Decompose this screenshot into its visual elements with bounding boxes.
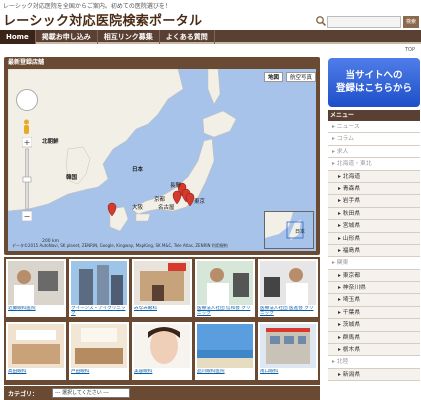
map-label-japan: 日本 bbox=[132, 167, 144, 173]
search-button[interactable]: 検索 bbox=[403, 16, 419, 28]
sidebar-item[interactable]: ▸ 神奈川県 bbox=[328, 282, 420, 295]
sidebar-item[interactable]: ▸ 北陸 bbox=[328, 356, 420, 369]
clinic-name-link[interactable]: 南口眼科 bbox=[260, 369, 318, 380]
sidebar-item[interactable]: ▸ 福島県 bbox=[328, 244, 420, 258]
svg-text:−: − bbox=[24, 212, 31, 221]
clinic-card[interactable]: 品川眼科医院 bbox=[195, 322, 255, 380]
pegman-icon[interactable] bbox=[22, 119, 31, 135]
clinic-photo bbox=[8, 324, 64, 368]
clinic-card[interactable]: 南口眼科 bbox=[258, 322, 318, 380]
clinic-name-link[interactable]: 戸田眼科 bbox=[71, 369, 129, 380]
sidebar-item[interactable]: ▸ 新潟県 bbox=[328, 368, 420, 382]
clinic-name-link[interactable]: 美容眼科 bbox=[134, 369, 192, 380]
site-title[interactable]: レーシック対応医院検索ポータル bbox=[3, 10, 202, 29]
clinic-photo bbox=[260, 324, 316, 368]
map-attribution[interactable]: データ©2015 AutoNavi, SK planet, ZENRIN, Go… bbox=[12, 243, 228, 249]
clinic-card[interactable]: クイーンズ・アイクリニック bbox=[69, 259, 129, 317]
clinic-card[interactable]: 医療法人社団 信和会 クリニック bbox=[195, 259, 255, 317]
tagline: レーシック対応医院を全国からご案内。初めての医院選びを！ bbox=[3, 3, 171, 10]
map-panel-title: 最新登録店舗 bbox=[8, 59, 45, 66]
sidebar-item[interactable]: ▸ 関東 bbox=[328, 257, 420, 270]
sidebar-item[interactable]: ▸ ニュース bbox=[328, 121, 420, 134]
map-type-satellite-button[interactable]: 航空写真 bbox=[286, 72, 316, 82]
clinic-name-link[interactable]: クイーンズ・アイクリニック bbox=[71, 306, 129, 317]
clinic-photo bbox=[71, 324, 127, 368]
overview-minimap[interactable]: 日本 bbox=[264, 211, 314, 249]
map-type-map-button[interactable]: 地図 bbox=[264, 72, 284, 82]
nav-link-exchange[interactable]: 相互リンク募集 bbox=[98, 30, 160, 44]
latest-clinics-map-panel: 最新登録店舗 地図 航空写真 + − 北朝鮮 韓国 日本 京都 名古屋 大阪 東… bbox=[4, 57, 320, 255]
clinic-photo bbox=[8, 261, 64, 305]
sidebar-item[interactable]: ▸ 求人 bbox=[328, 146, 420, 159]
clinic-grid: 近藤眼科医院 クイーンズ・アイクリニック みなみ眼科 医療法人社団 信和会 クリ… bbox=[4, 257, 320, 385]
sidebar-item[interactable]: ▸ 宮城県 bbox=[328, 220, 420, 233]
map-label-osaka: 大阪 bbox=[132, 205, 144, 211]
clinic-photo bbox=[134, 261, 190, 305]
sidebar-item[interactable]: ▸ 秋田県 bbox=[328, 207, 420, 221]
minimap-land bbox=[265, 212, 304, 240]
map-label-north-korea: 北朝鮮 bbox=[42, 139, 59, 145]
register-button-line1: 当サイトへの bbox=[345, 70, 403, 81]
clinic-name-link[interactable]: みなみ眼科 bbox=[134, 306, 192, 317]
nav-home[interactable]: Home bbox=[0, 30, 36, 44]
clinic-name-link[interactable]: 医療法人社団 医進会 クリニック bbox=[260, 306, 318, 317]
sidebar-item[interactable]: ▸ 茨城県 bbox=[328, 319, 420, 332]
sidebar-header: メニュー bbox=[328, 110, 420, 121]
map-label-kyoto: 京都 bbox=[154, 197, 166, 203]
sidebar-item[interactable]: ▸ 山形県 bbox=[328, 232, 420, 245]
main-nav: Home 掲載お申し込み 相互リンク募集 よくある質問 bbox=[0, 30, 421, 44]
svg-text:+: + bbox=[24, 138, 31, 147]
sidebar-item[interactable]: ▸ コラム bbox=[328, 133, 420, 146]
sidebar-item[interactable]: ▸ 岩手県 bbox=[328, 195, 420, 208]
clinic-card[interactable]: みなみ眼科 bbox=[132, 259, 192, 317]
zoom-slider[interactable]: + − bbox=[22, 137, 32, 221]
category-bar: カテゴリ： --- 選択してください --- bbox=[4, 386, 320, 400]
sidebar-item[interactable]: ▸ 群馬県 bbox=[328, 331, 420, 345]
category-select[interactable]: --- 選択してください --- bbox=[52, 388, 130, 398]
pan-control[interactable] bbox=[16, 89, 38, 111]
search-input[interactable] bbox=[327, 16, 401, 28]
clinic-card[interactable]: 近藤眼科医院 bbox=[6, 259, 66, 317]
top-link[interactable]: TOP bbox=[405, 47, 415, 53]
nav-apply[interactable]: 掲載お申し込み bbox=[36, 30, 98, 44]
google-map[interactable]: 地図 航空写真 + − 北朝鮮 韓国 日本 京都 名古屋 大阪 東京 長野 日本… bbox=[8, 69, 316, 251]
register-button[interactable]: 当サイトへの 登録はこちらから bbox=[328, 58, 420, 107]
map-label-tokyo: 東京 bbox=[194, 199, 206, 205]
register-button-line2: 登録はこちらから bbox=[335, 83, 412, 94]
nav-faq[interactable]: よくある質問 bbox=[160, 30, 215, 44]
clinic-name-link[interactable]: 高田眼科 bbox=[8, 369, 66, 380]
map-label-nagoya: 名古屋 bbox=[158, 205, 175, 211]
sidebar-item[interactable]: ▸ 青森県 bbox=[328, 182, 420, 196]
clinic-card[interactable]: 戸田眼科 bbox=[69, 322, 129, 380]
clinic-card[interactable]: 高田眼科 bbox=[6, 322, 66, 380]
sidebar-item[interactable]: ▸ 千葉県 bbox=[328, 306, 420, 320]
clinic-name-link[interactable]: 近藤眼科医院 bbox=[8, 306, 66, 317]
sidebar-item[interactable]: ▸ 栃木県 bbox=[328, 344, 420, 357]
sidebar-list: ▸ ニュース ▸ コラム ▸ 求人 ▸ 北海道・東北 ▸ 北海道 ▸ 青森県 ▸ 岩手県 ▸ … bbox=[328, 121, 420, 382]
search-icon bbox=[316, 16, 327, 27]
sidebar-menu: メニュー ▸ ニュース ▸ コラム ▸ 求人 ▸ 北海道・東北 ▸ 北海道 ▸ 青森県 ▸ … bbox=[328, 110, 420, 382]
clinic-photo bbox=[197, 324, 253, 368]
clinic-photo bbox=[197, 261, 253, 305]
map-label-nagano: 長野 bbox=[170, 183, 182, 189]
map-label-korea: 韓国 bbox=[66, 175, 78, 181]
clinic-photo bbox=[260, 261, 316, 305]
category-label: カテゴリ： bbox=[8, 391, 39, 398]
sidebar-item[interactable]: ▸ 北海道・東北 bbox=[328, 158, 420, 171]
search-area: 検索 bbox=[315, 15, 419, 29]
clinic-name-link[interactable]: 品川眼科医院 bbox=[197, 369, 255, 380]
sidebar-item[interactable]: ▸ 北海道 bbox=[328, 170, 420, 183]
clinic-photo bbox=[71, 261, 127, 305]
clinic-card[interactable]: 医療法人社団 医進会 クリニック bbox=[258, 259, 318, 317]
clinic-name-link[interactable]: 医療法人社団 信和会 クリニック bbox=[197, 306, 255, 317]
clinic-card[interactable]: 美容眼科 bbox=[132, 322, 192, 380]
sidebar-item[interactable]: ▸ 埼玉県 bbox=[328, 294, 420, 307]
minimap-label: 日本 bbox=[295, 229, 306, 235]
clinic-photo bbox=[134, 324, 190, 368]
sidebar-item[interactable]: ▸ 東京都 bbox=[328, 269, 420, 283]
